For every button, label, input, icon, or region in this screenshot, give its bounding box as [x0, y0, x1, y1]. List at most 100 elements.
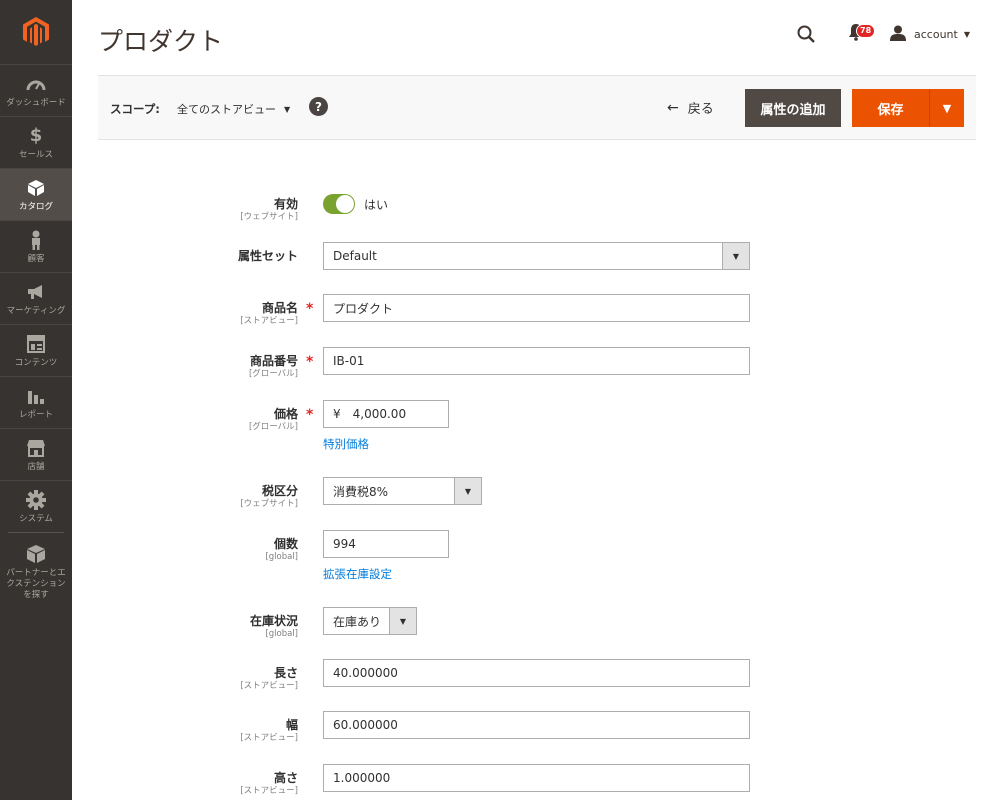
caret-down-icon: ▼: [389, 608, 416, 634]
special-price-link[interactable]: 特別価格: [323, 436, 449, 452]
cube-icon: [27, 177, 45, 199]
back-button[interactable]: ← 戻る: [667, 98, 714, 118]
currency-symbol: ¥: [333, 407, 341, 421]
enabled-toggle[interactable]: [323, 194, 355, 214]
sidebar-item-dashboard[interactable]: ダッシュボード: [0, 64, 72, 116]
field-label: 幅: [285, 718, 298, 732]
caret-down-icon: ▼: [963, 29, 970, 39]
price-input[interactable]: ¥ 4,000.00: [323, 400, 449, 428]
sidebar-item-sales[interactable]: $ セールス: [0, 116, 72, 168]
sidebar-item-label: マーケティング: [6, 305, 66, 316]
sidebar-item-marketing[interactable]: マーケティング: [0, 272, 72, 324]
back-label: 戻る: [687, 102, 714, 117]
caret-down-icon: ▼: [284, 104, 291, 114]
stock-status-select[interactable]: 在庫あり ▼: [323, 607, 417, 635]
field-label: 個数: [273, 537, 298, 551]
field-scope: [ストアビュー]: [240, 786, 298, 796]
account-label: account: [914, 27, 958, 41]
sidebar-item-stores[interactable]: 店舗: [0, 428, 72, 480]
field-label: 属性セット: [237, 249, 298, 263]
account-menu[interactable]: account ▼: [890, 25, 970, 44]
field-scope: [ウェブサイト]: [240, 499, 298, 509]
field-label: 税区分: [261, 484, 298, 498]
width-input[interactable]: 60.000000: [323, 711, 750, 739]
sidebar-item-system[interactable]: システム: [0, 480, 72, 532]
price-value: 4,000.00: [352, 407, 407, 421]
sidebar-item-content[interactable]: コンテンツ: [0, 324, 72, 376]
arrow-left-icon: ←: [667, 99, 679, 116]
select-value: Default: [333, 249, 377, 263]
sidebar-item-label: 店舗: [27, 461, 45, 472]
sidebar-item-label: ダッシュボード: [6, 97, 66, 108]
field-scope: [ストアビュー]: [240, 681, 298, 691]
caret-down-icon: ▼: [722, 243, 749, 269]
sidebar-item-label: セールス: [18, 149, 53, 160]
help-icon[interactable]: ?: [309, 97, 328, 116]
dashboard-icon: [26, 73, 46, 95]
field-attribute-set: 属性セット Default ▼: [98, 242, 798, 277]
add-attribute-button[interactable]: 属性の追加: [745, 89, 841, 127]
attribute-set-select[interactable]: Default ▼: [323, 242, 750, 270]
boxes-icon: [26, 543, 46, 565]
scope-value: 全てのストアビュー: [177, 103, 276, 116]
length-input[interactable]: 40.000000: [323, 659, 750, 687]
save-button[interactable]: 保存: [852, 89, 929, 127]
select-value: 消費税8%: [333, 484, 389, 499]
field-label: 有効: [273, 197, 298, 211]
megaphone-icon: [26, 281, 46, 303]
sidebar-item-label: コンテンツ: [14, 357, 58, 368]
notification-count-badge: 78: [856, 24, 876, 38]
sidebar-item-label: レポート: [18, 409, 53, 420]
page-actions-toolbar: スコープ: 全てのストアビュー ▼ ? ← 戻る 属性の追加 保存 ▼: [98, 75, 976, 140]
bar-chart-icon: [27, 385, 45, 407]
person-icon: [29, 229, 43, 251]
admin-sidebar: ダッシュボード $ セールス カタログ 顧客 マーケティング コンテンツ レポー…: [0, 0, 72, 800]
select-value: 在庫あり: [333, 614, 382, 629]
field-scope: [global]: [265, 629, 298, 639]
field-label: 高さ: [273, 771, 298, 785]
required-asterisk: *: [306, 407, 314, 423]
field-stock-status: 在庫状況 [global] 在庫あり ▼: [98, 607, 798, 642]
scope-label: スコープ:: [110, 102, 160, 116]
header-tools: 78 account ▼: [792, 20, 970, 48]
caret-down-icon: ▼: [942, 101, 952, 115]
sidebar-item-customers[interactable]: 顧客: [0, 220, 72, 272]
field-scope: [ウェブサイト]: [240, 212, 298, 222]
caret-down-icon: ▼: [454, 478, 481, 504]
sidebar-item-reports[interactable]: レポート: [0, 376, 72, 428]
sidebar-item-partners[interactable]: パートナーとエクステンションを探す: [0, 533, 72, 605]
product-name-input[interactable]: プロダクト: [323, 294, 750, 322]
notifications-button[interactable]: 78: [842, 20, 876, 48]
required-asterisk: *: [306, 354, 314, 370]
scope-switcher[interactable]: 全てのストアビュー ▼: [177, 101, 290, 117]
sidebar-item-label: システム: [19, 513, 53, 524]
height-input[interactable]: 1.000000: [323, 764, 750, 792]
field-label: 在庫状況: [249, 614, 298, 628]
store-icon: [26, 437, 46, 459]
user-icon: [890, 25, 907, 44]
field-scope: [ストアビュー]: [240, 316, 298, 326]
sidebar-item-catalog[interactable]: カタログ: [0, 168, 72, 220]
field-scope: [グローバル]: [248, 369, 298, 379]
required-asterisk: *: [306, 301, 314, 317]
search-icon[interactable]: [792, 20, 820, 48]
sidebar-item-label: 顧客: [27, 253, 45, 264]
save-options-toggle[interactable]: ▼: [929, 89, 964, 127]
advanced-inventory-link[interactable]: 拡張在庫設定: [323, 566, 449, 582]
gear-icon: [26, 489, 46, 511]
field-scope: [ストアビュー]: [240, 733, 298, 743]
magento-logo-icon[interactable]: [0, 0, 72, 64]
field-scope: [global]: [265, 552, 298, 562]
sku-input[interactable]: IB-01: [323, 347, 750, 375]
field-label: 長さ: [273, 666, 298, 680]
field-label: 価格: [273, 407, 298, 421]
field-scope: [グローバル]: [248, 422, 298, 432]
field-label: 商品番号: [249, 354, 298, 368]
sidebar-item-label: カタログ: [18, 201, 53, 212]
quantity-input[interactable]: 994: [323, 530, 449, 558]
field-tax-class: 税区分 [ウェブサイト] 消費税8% ▼: [98, 477, 798, 512]
sidebar-item-label: パートナーとエクステンションを探す: [6, 568, 66, 600]
tax-class-select[interactable]: 消費税8% ▼: [323, 477, 482, 505]
toggle-value: はい: [364, 197, 389, 212]
layout-icon: [27, 333, 45, 355]
